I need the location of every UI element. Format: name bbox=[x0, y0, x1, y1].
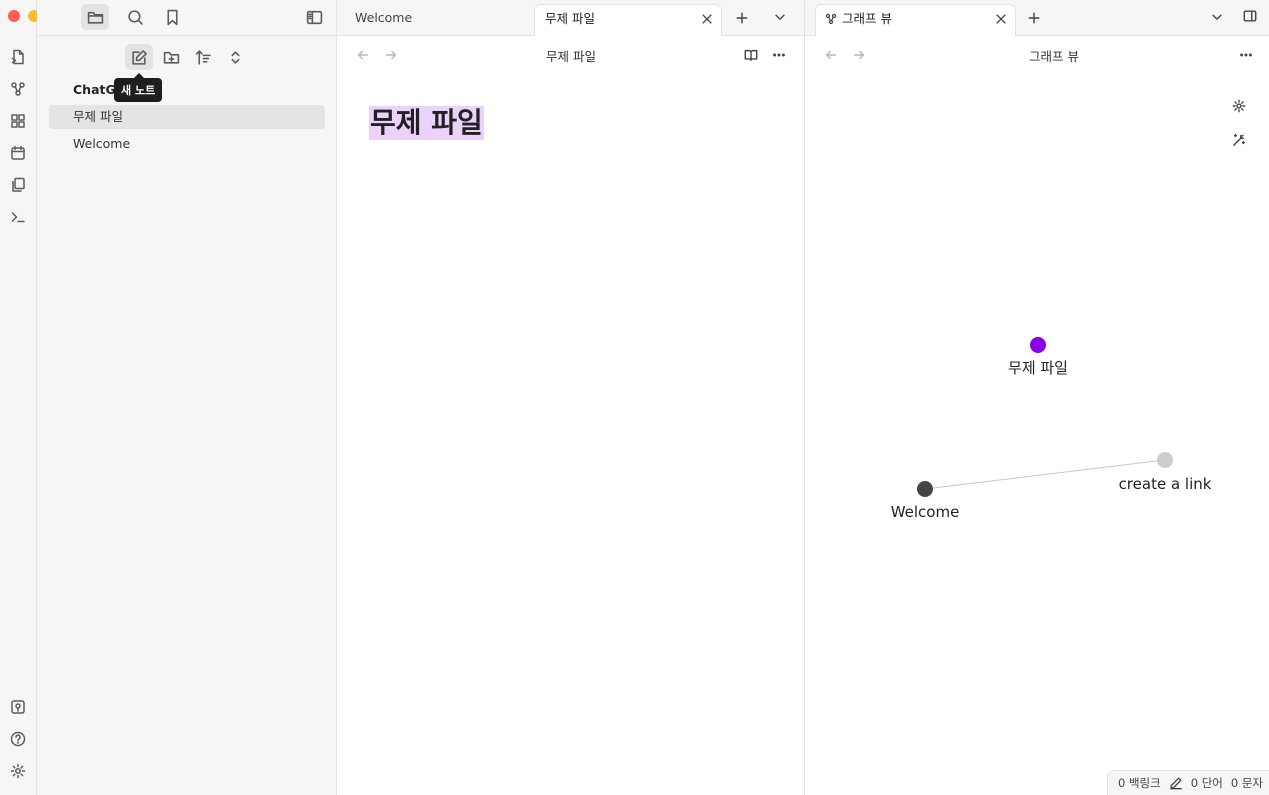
character-count: 0 문자 bbox=[1230, 776, 1263, 790]
book-open-icon bbox=[744, 49, 758, 61]
sidebar-toggle-icon bbox=[306, 10, 322, 24]
chevron-down-icon bbox=[1212, 14, 1222, 20]
status-bar: 0 백링크 0 단어 0 문자 bbox=[1107, 770, 1269, 795]
search-icon bbox=[127, 9, 143, 25]
new-folder-button[interactable] bbox=[157, 44, 185, 70]
tab-label: 그래프 뷰 bbox=[842, 11, 892, 26]
navigate-forward-button[interactable] bbox=[380, 44, 402, 66]
sort-button[interactable] bbox=[189, 44, 217, 70]
arrow-right-icon bbox=[385, 50, 397, 60]
tab-graph-view[interactable]: 그래프 뷰 bbox=[815, 4, 1016, 36]
graph-node-create-link[interactable] bbox=[1157, 452, 1173, 468]
graph-node-label: Welcome bbox=[891, 503, 960, 521]
close-window-button[interactable] bbox=[8, 10, 20, 22]
tab-label: Welcome bbox=[355, 10, 413, 25]
more-options-button[interactable] bbox=[768, 44, 790, 66]
tab-welcome[interactable]: Welcome bbox=[345, 4, 535, 36]
tab-untitled[interactable]: 무제 파일 bbox=[534, 4, 722, 36]
help-icon[interactable] bbox=[6, 727, 30, 751]
settings-icon[interactable] bbox=[6, 759, 30, 783]
chevron-down-icon bbox=[775, 14, 785, 20]
collapse-all-button[interactable] bbox=[221, 44, 249, 70]
graph-node-welcome[interactable] bbox=[917, 481, 933, 497]
new-tab-button[interactable] bbox=[1023, 7, 1045, 29]
graph-view-icon[interactable] bbox=[6, 77, 30, 101]
more-horizontal-icon bbox=[773, 53, 785, 57]
graph-node-untitled[interactable] bbox=[1030, 337, 1046, 353]
pencil-icon[interactable] bbox=[1169, 776, 1183, 790]
backlinks-count[interactable]: 0 백링크 bbox=[1118, 775, 1161, 791]
file-item-label: Welcome bbox=[73, 136, 131, 151]
close-tab-button[interactable] bbox=[699, 11, 715, 27]
folder-plus-icon bbox=[163, 51, 179, 64]
plus-icon bbox=[1028, 12, 1040, 24]
tab-label: 무제 파일 bbox=[545, 11, 595, 26]
terminal-icon[interactable] bbox=[6, 205, 30, 229]
plus-icon bbox=[736, 12, 748, 24]
close-icon bbox=[702, 14, 712, 24]
sidebar-topbar bbox=[37, 0, 337, 36]
graph-pane: 그래프 뷰 그래프 뷰 무제 파일 Welcome create a link bbox=[805, 0, 1269, 795]
bookmarks-tab-button[interactable] bbox=[158, 4, 186, 30]
vault-name[interactable]: ChatG bbox=[73, 82, 116, 97]
file-item-label: 무제 파일 bbox=[73, 109, 123, 124]
file-item[interactable]: 무제 파일 bbox=[49, 105, 325, 129]
graph-tab-icon bbox=[820, 8, 842, 30]
chevrons-up-down-icon bbox=[231, 50, 239, 64]
close-icon bbox=[996, 14, 1006, 24]
sort-icon bbox=[195, 49, 211, 65]
files-tab-button[interactable] bbox=[81, 4, 109, 30]
graph-node-label: 무제 파일 bbox=[1008, 359, 1068, 377]
word-count: 0 단어 bbox=[1190, 776, 1223, 790]
toggle-right-sidebar-button[interactable] bbox=[1239, 5, 1261, 27]
open-quick-switcher-icon[interactable] bbox=[6, 45, 30, 69]
graph-tab-bar: 그래프 뷰 bbox=[805, 0, 1269, 36]
file-explorer-sidebar: ChatG 새 노트 무제 파일 Welcome bbox=[37, 0, 337, 795]
bookmark-icon bbox=[166, 9, 178, 25]
calendar-icon[interactable] bbox=[6, 141, 30, 165]
templates-icon[interactable] bbox=[6, 173, 30, 197]
folder-icon bbox=[87, 11, 103, 24]
new-note-tooltip: 새 노트 bbox=[114, 73, 163, 102]
tab-list-button[interactable] bbox=[1206, 6, 1228, 28]
tab-list-button[interactable] bbox=[769, 6, 791, 28]
canvas-icon[interactable] bbox=[6, 109, 30, 133]
view-header-title[interactable]: 무제 파일 bbox=[546, 46, 596, 65]
close-tab-button[interactable] bbox=[993, 11, 1009, 27]
vault-switcher-icon[interactable] bbox=[6, 695, 30, 719]
graph-canvas[interactable]: 무제 파일 Welcome create a link bbox=[805, 36, 1269, 766]
graph-node-label: create a link bbox=[1119, 475, 1212, 493]
arrow-left-icon bbox=[357, 50, 369, 60]
search-tab-button[interactable] bbox=[121, 4, 149, 30]
new-tab-button[interactable] bbox=[731, 7, 753, 29]
reading-view-button[interactable] bbox=[740, 44, 762, 66]
toggle-sidebar-button[interactable] bbox=[300, 4, 328, 30]
note-inline-title[interactable]: 무제 파일 bbox=[369, 106, 484, 140]
sidebar-right-icon bbox=[1243, 10, 1257, 22]
file-item[interactable]: Welcome bbox=[49, 132, 325, 156]
ribbon bbox=[0, 0, 60, 795]
new-note-icon bbox=[131, 49, 147, 65]
new-note-button[interactable] bbox=[125, 44, 153, 70]
editor-tab-bar: Welcome 무제 파일 bbox=[337, 0, 804, 36]
editor-pane: Welcome 무제 파일 무제 파일 무제 파일 bbox=[337, 0, 805, 795]
navigate-back-button[interactable] bbox=[352, 44, 374, 66]
